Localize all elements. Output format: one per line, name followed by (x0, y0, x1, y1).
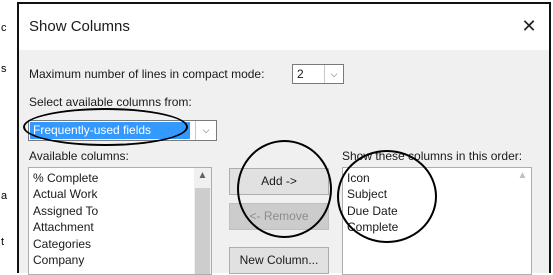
list-item[interactable]: Assigned To (33, 204, 98, 218)
list-item[interactable]: Due Date (347, 204, 398, 218)
background-text-fragment: s (1, 63, 7, 75)
dialog-title-bar: Show Columns ✕ (19, 4, 549, 50)
scroll-up-arrow-icon[interactable]: ▲ (514, 170, 531, 181)
list-item[interactable]: % Complete (33, 171, 98, 185)
scrollbar[interactable]: ▲ (514, 168, 531, 274)
dialog-title: Show Columns (29, 18, 130, 35)
shown-columns-label: Show these columns in this order: (342, 149, 523, 163)
max-lines-select[interactable]: 2 ⌵ (292, 64, 344, 84)
list-item[interactable]: Icon (347, 171, 370, 185)
available-columns-label: Available columns: (29, 149, 129, 163)
remove-button[interactable]: <- Remove (229, 203, 329, 230)
background-window-edge: c s a t (0, 0, 17, 273)
show-columns-dialog: Show Columns ✕ Maximum number of lines i… (17, 2, 551, 275)
list-item[interactable]: Attachment (33, 220, 94, 234)
new-column-button[interactable]: New Column... (229, 247, 329, 274)
list-item[interactable]: Complete (347, 220, 398, 234)
background-text-fragment: t (1, 236, 5, 248)
available-columns-list[interactable]: % Complete Actual Work Assigned To Attac… (28, 167, 212, 275)
max-lines-label: Maximum number of lines in compact mode: (29, 67, 265, 81)
scroll-up-arrow-icon[interactable]: ▲ (194, 170, 211, 181)
scrollbar[interactable]: ▲ (194, 168, 211, 274)
scrollbar-thumb[interactable] (195, 188, 210, 274)
background-text-fragment: c (1, 22, 7, 34)
chevron-down-icon[interactable]: ⌵ (324, 65, 343, 83)
shown-columns-list[interactable]: Icon Subject Due Date Complete ▲ (342, 167, 532, 275)
close-icon[interactable]: ✕ (513, 12, 545, 40)
list-item[interactable]: Subject (347, 187, 387, 201)
field-set-select[interactable]: Frequently-used fields ⌵ (28, 120, 217, 141)
add-button[interactable]: Add -> (229, 168, 329, 195)
background-text-fragment: a (1, 190, 8, 202)
max-lines-value: 2 (297, 67, 304, 81)
list-item[interactable]: Categories (33, 237, 91, 251)
field-set-value: Frequently-used fields (30, 122, 190, 139)
chevron-down-icon[interactable]: ⌵ (195, 121, 216, 140)
list-item[interactable]: Company (33, 253, 84, 267)
select-from-label: Select available columns from: (29, 95, 192, 109)
list-item[interactable]: Actual Work (33, 187, 97, 201)
